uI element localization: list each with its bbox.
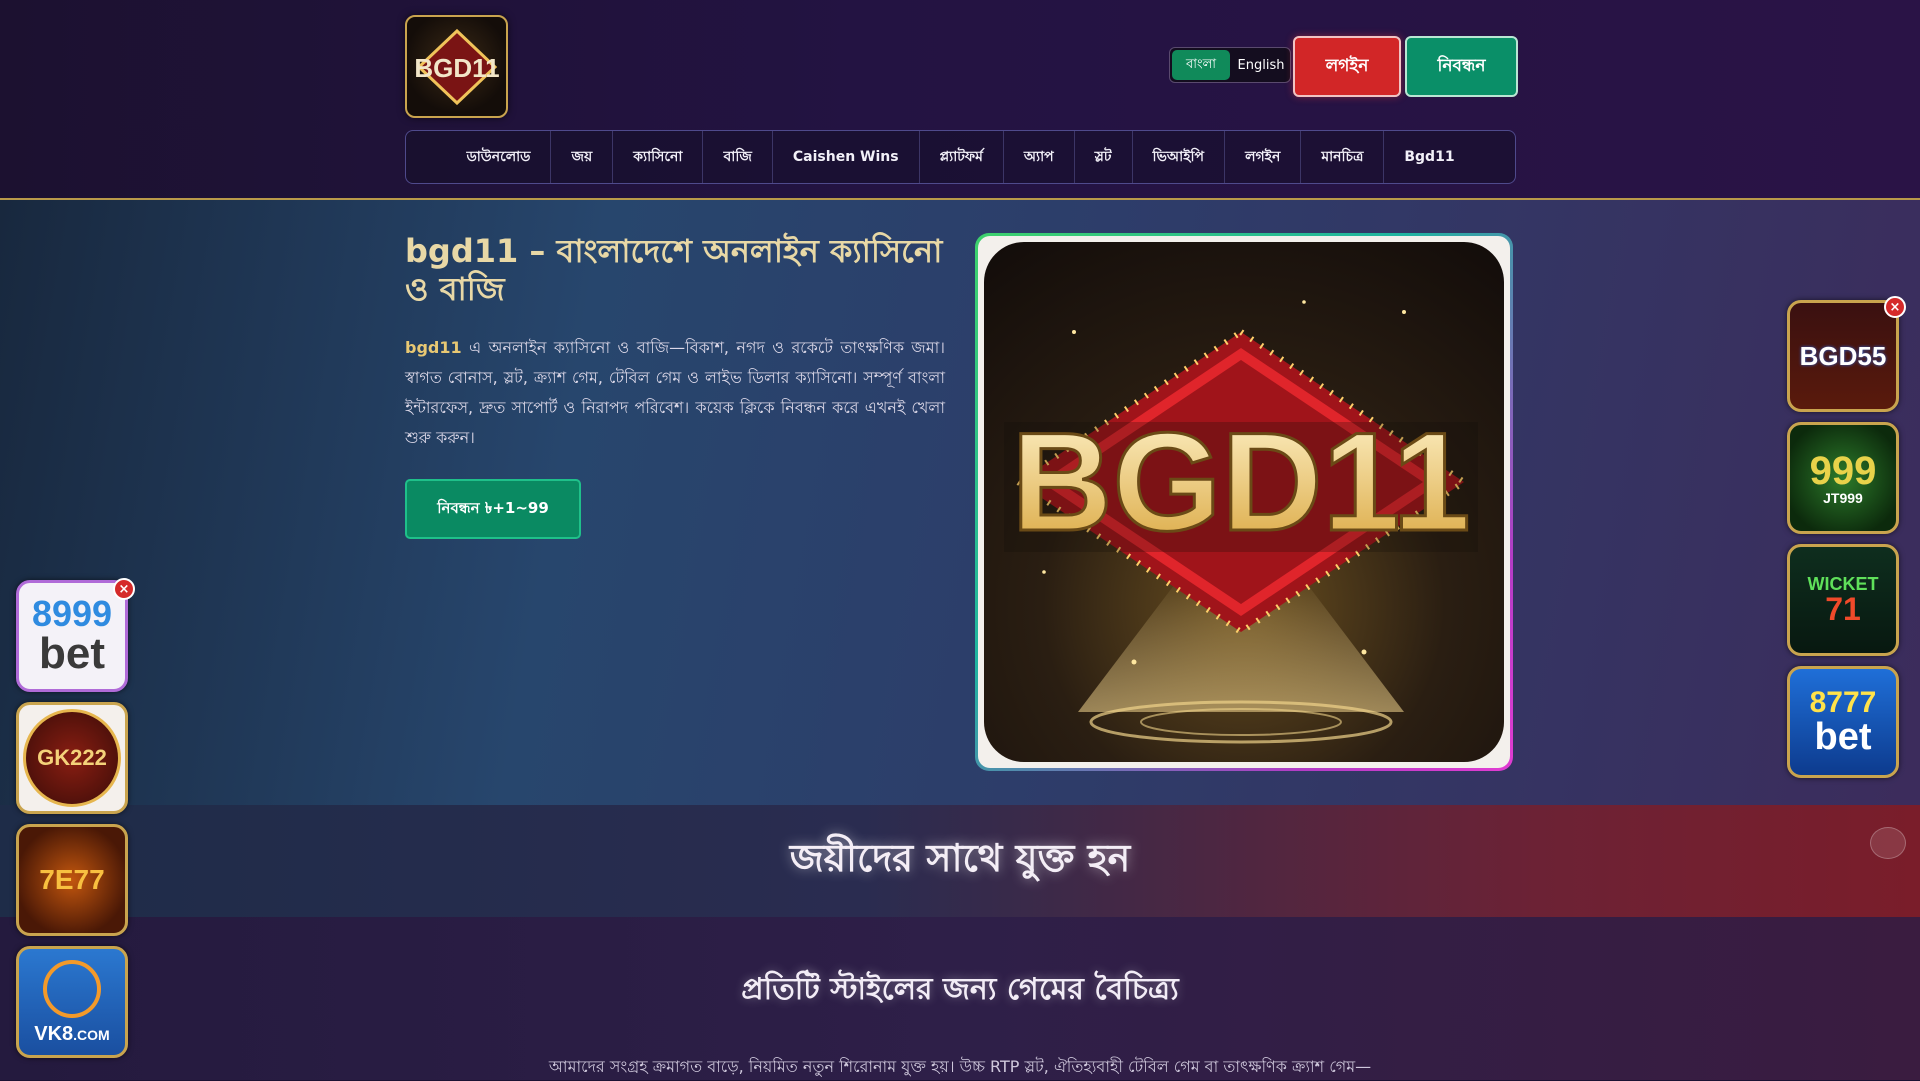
register-button[interactable]: নিবন্ধন: [1405, 36, 1518, 97]
ad-jt999-line2: JT999: [1823, 490, 1863, 506]
svg-text:BGD11: BGD11: [414, 53, 499, 83]
ad-vk8-line2: .COM: [73, 1027, 110, 1043]
nav-item-caishen-wins[interactable]: Caishen Wins: [773, 131, 920, 183]
ad-jt999-line1: 999: [1809, 449, 1877, 493]
nav-item-betting[interactable]: বাজি: [703, 131, 773, 183]
hero-register-button[interactable]: নিবন্ধন ৳+1~99: [405, 479, 581, 539]
login-button[interactable]: লগইন: [1293, 36, 1401, 97]
left-ads-close-icon[interactable]: ×: [113, 578, 135, 600]
hero-logo-image: BGD11: [984, 242, 1504, 762]
ad-wicket71-line2: 71: [1825, 591, 1861, 627]
section-title: প্রতিটি স্টাইলের জন্য গেমের বৈচিত্র্য: [741, 972, 1179, 1007]
svg-text:BGD11: BGD11: [1011, 403, 1470, 560]
ad-7e77[interactable]: 7E77: [16, 824, 128, 936]
logo-image: BGD11: [414, 28, 499, 105]
ad-gk222[interactable]: GK222: [16, 702, 128, 814]
hero-brand: bgd11: [405, 338, 462, 357]
ad-wicket71[interactable]: WICKET 71: [1787, 544, 1899, 656]
nav-item-login[interactable]: লগইন: [1225, 131, 1302, 183]
hero-title: bgd11 – বাংলাদেশে অনলাইন ক্যাসিনো ও বাজি: [405, 232, 943, 308]
hero-description: bgd11 এ অনলাইন ক্যাসিনো ও বাজি—বিকাশ, নগ…: [405, 333, 945, 453]
nav-item-vip[interactable]: ভিআইপি: [1133, 131, 1226, 183]
hero-description-text: এ অনলাইন ক্যাসিনো ও বাজি—বিকাশ, নগদ ও রক…: [405, 338, 945, 447]
ad-8777bet-line2: bet: [1814, 716, 1872, 758]
ad-8999bet-line2: bet: [39, 629, 105, 678]
banner-corner-icon: [1870, 827, 1906, 859]
ad-bgd55-label: BGD55: [1799, 341, 1887, 371]
nav-item-app[interactable]: অ্যাপ: [1004, 131, 1075, 183]
site-header: BGD11 বাংলা English লগইন নিবন্ধন ডাউনলোড…: [0, 0, 1920, 200]
ad-vk8-line1: VK8: [34, 1023, 74, 1045]
nav-item-bgd11[interactable]: Bgd11: [1384, 131, 1474, 183]
site-logo[interactable]: BGD11: [405, 15, 508, 118]
ad-bgd55[interactable]: BGD55: [1787, 300, 1899, 412]
nav-item-map[interactable]: মানচিত্র: [1301, 131, 1385, 183]
main-nav: ডাউনলোড জয় ক্যাসিনো বাজি Caishen Wins প…: [405, 130, 1516, 184]
hero-section: [0, 200, 1920, 805]
ad-gk222-label: GK222: [37, 745, 107, 770]
ad-7e77-label: 7E77: [39, 864, 105, 895]
ad-8777bet[interactable]: 8777 bet: [1787, 666, 1899, 778]
nav-item-platform[interactable]: প্ল্যাটফর্ম: [920, 131, 1004, 183]
ad-8999bet[interactable]: 8999 bet: [16, 580, 128, 692]
lang-english-button[interactable]: English: [1232, 48, 1290, 82]
lang-bangla-button[interactable]: বাংলা: [1172, 50, 1230, 80]
ad-jt999[interactable]: 999 JT999: [1787, 422, 1899, 534]
ad-vk8[interactable]: VK8.COM: [16, 946, 128, 1058]
nav-item-casino[interactable]: ক্যাসিনো: [613, 131, 704, 183]
nav-item-slot[interactable]: স্লট: [1075, 131, 1133, 183]
hero-image-frame: BGD11: [975, 233, 1513, 771]
nav-item-download[interactable]: ডাউনলোড: [446, 131, 552, 183]
ad-vk8-emblem-icon: [43, 960, 101, 1018]
winners-banner: জয়ীদের সাথে যুক্ত হন: [0, 805, 1920, 917]
section-text: আমাদের সংগ্রহ ক্রমাগত বাড়ে, নিয়মিত নতু…: [548, 1057, 1372, 1076]
ad-8999bet-line1: 8999: [31, 593, 113, 634]
right-ads-close-icon[interactable]: ×: [1884, 296, 1906, 318]
language-switcher: বাংলা English: [1169, 47, 1291, 83]
nav-item-win[interactable]: জয়: [551, 131, 614, 183]
banner-title: জয়ীদের সাথে যুক্ত হন: [789, 835, 1131, 880]
ad-8777bet-line1: 8777: [1809, 686, 1877, 719]
